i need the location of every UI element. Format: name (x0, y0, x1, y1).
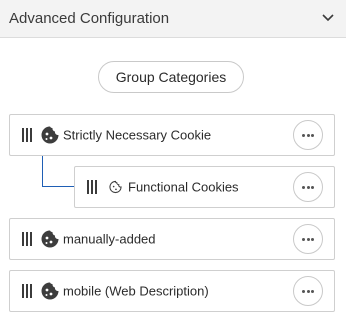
tree-connector-horizontal (42, 186, 74, 187)
tree-connector-vertical (42, 155, 43, 186)
cookie-icon (41, 282, 59, 300)
more-options-icon (302, 238, 314, 241)
group-categories-button[interactable]: Group Categories (98, 61, 244, 93)
category-card-strictly-necessary[interactable]: Strictly Necessary Cookie (9, 114, 335, 156)
more-options-icon (302, 186, 314, 189)
more-options-button[interactable] (293, 224, 323, 254)
drag-handle-icon[interactable] (87, 180, 98, 194)
cookie-icon (41, 126, 59, 144)
more-options-icon (302, 290, 314, 293)
drag-handle-icon[interactable] (22, 284, 33, 298)
more-options-button[interactable] (293, 276, 323, 306)
category-label: mobile (Web Description) (63, 283, 209, 299)
category-card-manually-added[interactable]: manually-added (9, 218, 335, 260)
category-card-functional[interactable]: Functional Cookies (74, 166, 335, 208)
more-options-button[interactable] (293, 172, 323, 202)
drag-handle-icon[interactable] (22, 232, 33, 246)
chevron-down-icon[interactable] (321, 11, 335, 25)
more-options-button[interactable] (293, 120, 323, 150)
category-label: manually-added (63, 231, 156, 247)
category-label: Strictly Necessary Cookie (63, 127, 212, 143)
drag-handle-icon[interactable] (22, 128, 33, 142)
cookie-outline-icon (109, 180, 122, 194)
category-label: Functional Cookies (128, 179, 239, 195)
category-card-mobile[interactable]: mobile (Web Description) (9, 270, 335, 312)
cookie-icon (41, 230, 59, 248)
advanced-configuration-header[interactable]: Advanced Configuration (0, 0, 346, 38)
more-options-icon (302, 134, 314, 137)
section-title: Advanced Configuration (9, 10, 170, 27)
